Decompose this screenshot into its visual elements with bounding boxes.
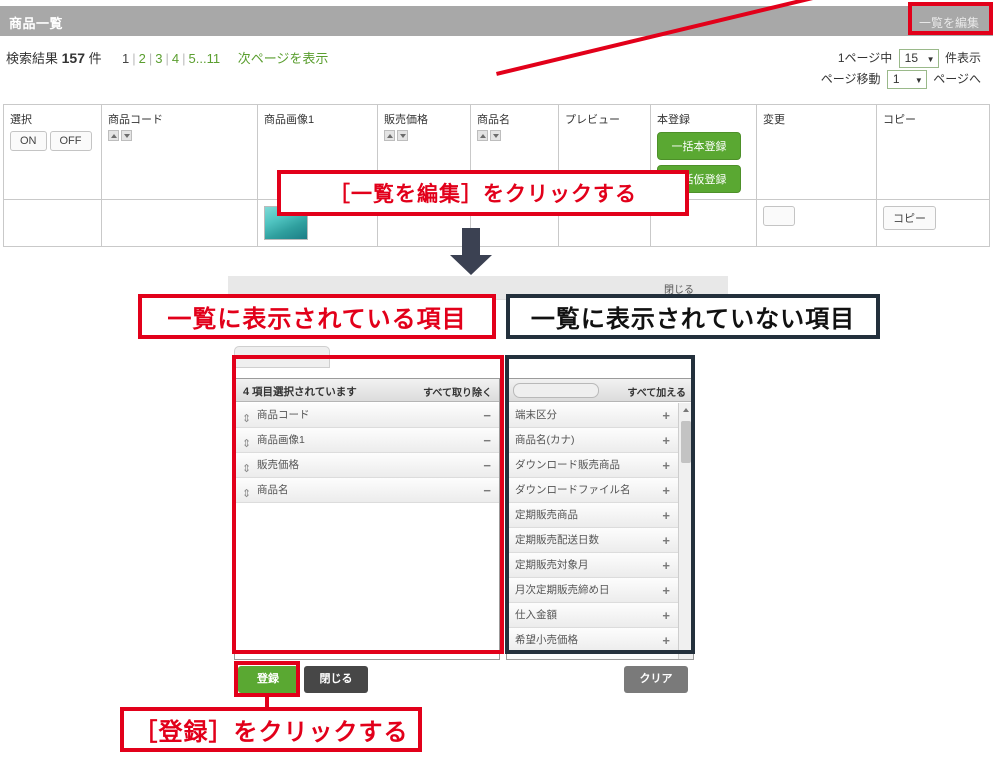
annotation-not-displayed-items: 一覧に表示されていない項目 bbox=[506, 294, 880, 339]
bulk-register-button[interactable]: 一括本登録 bbox=[657, 132, 741, 160]
cell-copy: コピー bbox=[876, 199, 990, 247]
column-label: 選択 bbox=[10, 114, 32, 126]
next-page-link[interactable]: 次ページを表示 bbox=[238, 51, 329, 66]
cell-product-code bbox=[101, 199, 258, 247]
select-toggle-group: ON OFF bbox=[10, 131, 95, 151]
column-label: 商品画像1 bbox=[264, 114, 315, 126]
column-label: 変更 bbox=[763, 114, 785, 126]
per-page-value: 15 bbox=[904, 51, 918, 66]
annotation-highlight-left-panel bbox=[232, 355, 504, 654]
chevron-down-icon: ▼ bbox=[926, 55, 935, 65]
sort-arrows bbox=[108, 130, 251, 144]
column-label: プレビュー bbox=[565, 114, 620, 126]
page-controls: 1ページ中 15 ▼ 件表示 ページ移動 1 ▼ ページへ bbox=[821, 48, 981, 90]
chevron-down-icon: ▼ bbox=[914, 76, 923, 86]
page-title: 商品一覧 bbox=[9, 16, 64, 31]
column-change: 変更 bbox=[756, 104, 877, 200]
column-copy: コピー bbox=[876, 104, 990, 200]
search-result-summary: 検索結果 157 件 bbox=[6, 48, 102, 67]
cell-select[interactable] bbox=[3, 199, 102, 247]
goto-page-select[interactable]: 1 ▼ bbox=[886, 70, 927, 90]
goto-page-value: 1 bbox=[892, 72, 900, 87]
close-button[interactable]: 閉じる bbox=[304, 666, 368, 693]
annotation-highlight-register-button bbox=[234, 661, 300, 697]
per-page-row: 1ページ中 15 ▼ 件表示 bbox=[821, 48, 981, 69]
flow-down-arrow-icon bbox=[450, 228, 492, 275]
column-select: 選択 ON OFF bbox=[3, 104, 102, 200]
sort-asc-icon[interactable] bbox=[108, 130, 119, 141]
column-label: 商品コード bbox=[108, 114, 163, 126]
annotation-click-edit-list: ［一覧を編集］をクリックする bbox=[277, 170, 689, 216]
goto-page-row: ページ移動 1 ▼ ページへ bbox=[821, 69, 981, 90]
goto-prefix: ページ移動 bbox=[820, 72, 881, 86]
result-unit: 件 bbox=[88, 51, 102, 66]
modal-footer: 登録 閉じる クリア bbox=[228, 666, 728, 700]
select-off-button[interactable]: OFF bbox=[49, 131, 92, 151]
clear-button[interactable]: クリア bbox=[624, 666, 688, 693]
column-label: 販売価格 bbox=[384, 114, 428, 126]
change-button[interactable] bbox=[763, 206, 796, 226]
sort-desc-icon[interactable] bbox=[121, 130, 132, 141]
page-link-3[interactable]: 3 bbox=[155, 51, 162, 66]
annotation-highlight-right-panel bbox=[505, 355, 695, 654]
column-label: コピー bbox=[883, 114, 916, 126]
sort-asc-icon[interactable] bbox=[477, 130, 488, 141]
result-label: 検索結果 bbox=[6, 51, 59, 66]
cell-change bbox=[756, 199, 877, 247]
sort-desc-icon[interactable] bbox=[397, 130, 408, 141]
page-link-1[interactable]: 1 bbox=[122, 51, 129, 66]
result-count: 157 bbox=[61, 50, 85, 66]
annotation-click-register: ［登録］をクリックする bbox=[120, 707, 422, 752]
copy-button[interactable]: コピー bbox=[883, 206, 936, 230]
annotation-highlight-edit-link bbox=[908, 2, 993, 35]
page-link-5[interactable]: 5...11 bbox=[189, 51, 221, 66]
per-page-suffix: 件表示 bbox=[944, 51, 981, 65]
sort-asc-icon[interactable] bbox=[384, 130, 395, 141]
sort-arrows bbox=[477, 130, 552, 144]
select-on-button[interactable]: ON bbox=[10, 131, 47, 151]
per-page-select[interactable]: 15 ▼ bbox=[898, 49, 939, 69]
goto-suffix: ページへ bbox=[933, 72, 981, 86]
annotation-displayed-items: 一覧に表示されている項目 bbox=[138, 294, 496, 339]
page-titlebar: 商品一覧 一覧を編集 bbox=[0, 6, 993, 36]
column-label: 本登録 bbox=[657, 114, 690, 126]
page-link-2[interactable]: 2 bbox=[139, 51, 146, 66]
per-page-prefix: 1ページ中 bbox=[837, 51, 893, 65]
column-product-code: 商品コード bbox=[101, 104, 258, 200]
sort-arrows bbox=[384, 130, 464, 144]
column-label: 商品名 bbox=[477, 114, 510, 126]
sort-desc-icon[interactable] bbox=[490, 130, 501, 141]
pagination: 1 | 2 | 3 | 4 | 5...11 次ページを表示 bbox=[122, 51, 329, 66]
page-link-4[interactable]: 4 bbox=[172, 51, 179, 66]
